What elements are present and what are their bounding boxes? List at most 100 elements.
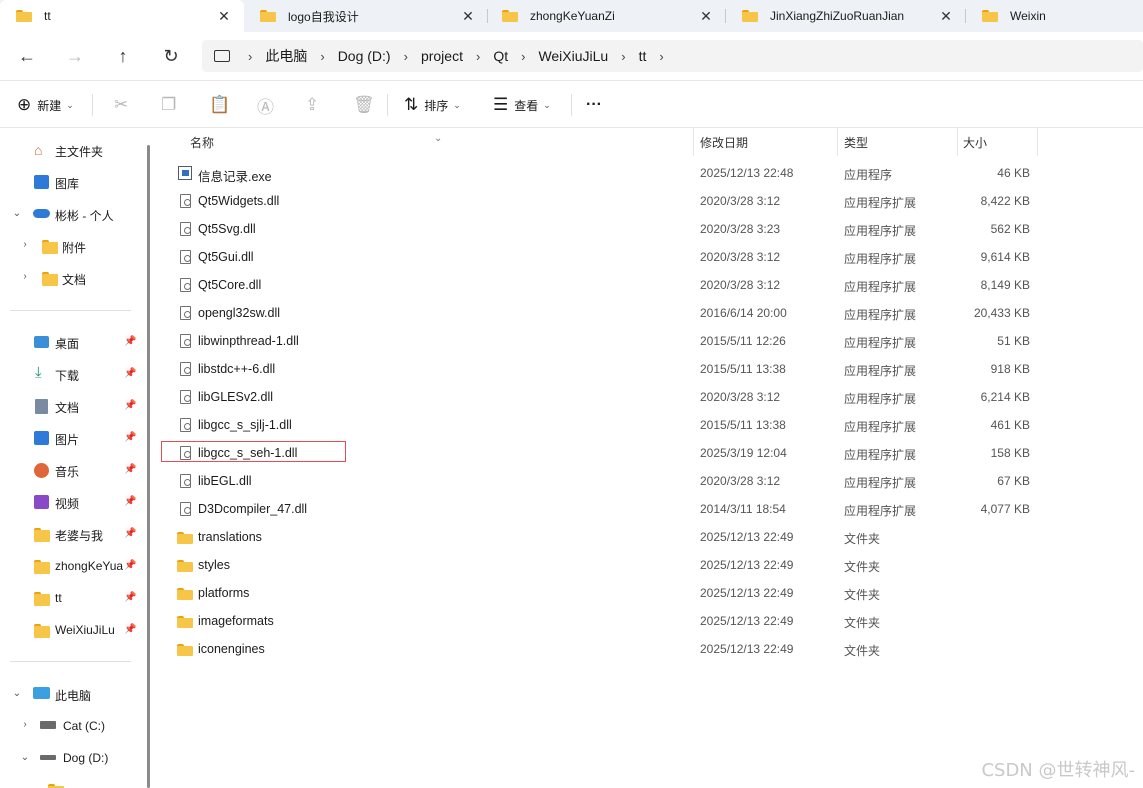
pin-icon[interactable]: 📌: [124, 368, 136, 379]
forward-button[interactable]: →: [63, 44, 87, 68]
view-icon: ☰: [493, 95, 509, 114]
sidebar-item-onedrive[interactable]: ⌄ 彬彬 - 个人: [0, 200, 140, 228]
pin-icon[interactable]: 📌: [124, 496, 136, 507]
pin-icon[interactable]: 📌: [124, 464, 136, 475]
file-row[interactable]: libGLESv2.dll 2020/3/28 3:12 应用程序扩展 6,214 K…: [157, 383, 1143, 411]
sidebar-item-home[interactable]: ⌂ 主文件夹: [0, 136, 140, 164]
breadcrumb-item-tt[interactable]: tt ›: [639, 48, 677, 64]
file-date: 2025/12/13 22:49: [700, 558, 794, 572]
file-row[interactable]: opengl32sw.dll 2016/6/14 20:00 应用程序扩展 20,43…: [157, 299, 1143, 327]
delete-button[interactable]: 🗑: [353, 93, 381, 117]
sidebar-item-downloads[interactable]: ⤓ 下载 📌: [0, 360, 140, 388]
sidebar-item-zhongke[interactable]: zhongKeYuanZi 📌: [0, 552, 140, 580]
file-row[interactable]: libgcc_s_seh-1.dll 2025/3/19 12:04 应用程序扩展 1…: [157, 439, 1143, 467]
new-button[interactable]: ⊕ 新建 ⌄: [17, 93, 74, 117]
more-button[interactable]: ···: [586, 93, 602, 117]
close-icon[interactable]: ✕: [698, 8, 714, 25]
sidebar-item-videos[interactable]: 视频 📌: [0, 488, 140, 516]
chevron-right-icon[interactable]: ›: [18, 239, 32, 250]
file-row[interactable]: libEGL.dll 2020/3/28 3:12 应用程序扩展 67 KB: [157, 467, 1143, 495]
pin-icon[interactable]: 📌: [124, 336, 136, 347]
sidebar-item-partial[interactable]: [0, 776, 140, 788]
close-icon[interactable]: ✕: [216, 8, 232, 25]
column-divider[interactable]: [957, 128, 958, 156]
sidebar-scrollbar[interactable]: [147, 145, 150, 788]
tab-tt[interactable]: tt ✕: [0, 0, 244, 32]
sidebar-item-weixiujilu[interactable]: WeiXiuJiLu 📌: [0, 616, 140, 644]
file-row[interactable]: 信息记录.exe 2025/12/13 22:48 应用程序 46 KB: [157, 159, 1143, 187]
file-row[interactable]: libwinpthread-1.dll 2015/5/11 12:26 应用程序扩展…: [157, 327, 1143, 355]
folder-row[interactable]: imageformats 2025/12/13 22:49 文件夹: [157, 607, 1143, 635]
folder-row[interactable]: iconengines 2025/12/13 22:49 文件夹: [157, 635, 1143, 663]
pin-icon[interactable]: 📌: [124, 624, 136, 635]
breadcrumb-item-dog[interactable]: Dog (D:) ›: [338, 48, 421, 64]
pin-icon[interactable]: 📌: [124, 560, 136, 571]
file-row[interactable]: Qt5Svg.dll 2020/3/28 3:23 应用程序扩展 562 KB: [157, 215, 1143, 243]
sidebar-item-tt[interactable]: tt 📌: [0, 584, 140, 612]
chevron-right-icon[interactable]: ›: [18, 271, 32, 282]
refresh-button[interactable]: ↻: [159, 44, 183, 68]
chevron-down-icon[interactable]: ⌄: [18, 752, 32, 763]
breadcrumb-item-thispc[interactable]: 此电脑 ›: [265, 46, 337, 66]
breadcrumb-item-project[interactable]: project ›: [421, 48, 493, 64]
pin-icon[interactable]: 📌: [124, 528, 136, 539]
breadcrumb-item-weixiujilu[interactable]: WeiXiuJiLu ›: [538, 48, 638, 64]
back-button[interactable]: ←: [15, 44, 39, 68]
chevron-down-icon[interactable]: ⌄: [10, 688, 24, 699]
column-header-type[interactable]: 类型: [844, 128, 868, 156]
sidebar-item-drive-d[interactable]: ⌄ Dog (D:): [0, 744, 140, 772]
rename-button[interactable]: Ⓐ: [257, 93, 280, 117]
file-row[interactable]: Qt5Core.dll 2020/3/28 3:12 应用程序扩展 8,149 KB: [157, 271, 1143, 299]
file-row[interactable]: D3Dcompiler_47.dll 2014/3/11 18:54 应用程序扩展 4…: [157, 495, 1143, 523]
close-icon[interactable]: ✕: [938, 8, 954, 25]
sidebar-item-music[interactable]: 音乐 📌: [0, 456, 140, 484]
sort-button[interactable]: ⇅ 排序 ⌄: [404, 93, 461, 117]
file-name: Qt5Core.dll: [198, 278, 262, 292]
share-button[interactable]: ⇪: [305, 93, 325, 117]
pin-icon[interactable]: 📌: [124, 432, 136, 443]
chevron-right-icon[interactable]: ›: [18, 719, 32, 730]
file-row[interactable]: Qt5Widgets.dll 2020/3/28 3:12 应用程序扩展 8,422 …: [157, 187, 1143, 215]
pin-icon[interactable]: 📌: [124, 592, 136, 603]
sidebar-item-laopo[interactable]: 老婆与我 📌: [0, 520, 140, 548]
sidebar-item-cloud-documents[interactable]: › 文档: [0, 264, 140, 292]
column-header-date[interactable]: 修改日期: [700, 128, 748, 156]
cut-button[interactable]: ✂: [114, 93, 134, 117]
folder-row[interactable]: platforms 2025/12/13 22:49 文件夹: [157, 579, 1143, 607]
rename-icon: Ⓐ: [257, 97, 274, 117]
sidebar-item-desktop[interactable]: 桌面 📌: [0, 328, 140, 356]
tab-jinxiang[interactable]: JinXiangZhiZuoRuanJian ✕: [726, 0, 966, 32]
sidebar-item-documents[interactable]: 文档 📌: [0, 392, 140, 420]
file-row[interactable]: libstdc++-6.dll 2015/5/11 13:38 应用程序扩展 918 …: [157, 355, 1143, 383]
sidebar-item-pictures[interactable]: 图片 📌: [0, 424, 140, 452]
paste-button[interactable]: 📋: [209, 93, 236, 117]
file-type: 文件夹: [844, 616, 881, 630]
address-bar[interactable]: › 此电脑 › Dog (D:) › project › Qt › WeiXiuJiLu…: [202, 40, 1143, 72]
pin-icon[interactable]: 📌: [124, 400, 136, 411]
column-header-size[interactable]: 大小: [963, 128, 987, 156]
sidebar-item-thispc[interactable]: ⌄ 此电脑: [0, 680, 140, 708]
column-divider[interactable]: [693, 128, 694, 156]
view-button[interactable]: ☰ 查看 ⌄: [493, 93, 551, 117]
close-icon[interactable]: ✕: [460, 8, 476, 25]
tab-zhongke[interactable]: zhongKeYuanZi ✕: [486, 0, 726, 32]
divider: [387, 94, 388, 116]
divider: [92, 94, 93, 116]
tab-logo[interactable]: logo自我设计 ✕: [244, 0, 488, 32]
document-icon: [35, 399, 48, 414]
up-button[interactable]: ↑: [111, 44, 135, 68]
folder-row[interactable]: translations 2025/12/13 22:49 文件夹: [157, 523, 1143, 551]
tab-weixin[interactable]: Weixin: [966, 0, 1143, 32]
sidebar-item-gallery[interactable]: 图库: [0, 168, 140, 196]
sidebar-item-attachments[interactable]: › 附件: [0, 232, 140, 260]
copy-button[interactable]: ❐: [161, 93, 182, 117]
sidebar-item-drive-c[interactable]: › Cat (C:): [0, 712, 140, 740]
column-header-name[interactable]: 名称: [190, 128, 214, 156]
file-row[interactable]: libgcc_s_sjlj-1.dll 2015/5/11 13:38 应用程序扩展…: [157, 411, 1143, 439]
breadcrumb-item-qt[interactable]: Qt ›: [493, 48, 538, 64]
folder-row[interactable]: styles 2025/12/13 22:49 文件夹: [157, 551, 1143, 579]
column-divider[interactable]: [1037, 128, 1038, 156]
chevron-down-icon[interactable]: ⌄: [10, 208, 24, 219]
column-divider[interactable]: [837, 128, 838, 156]
file-row[interactable]: Qt5Gui.dll 2020/3/28 3:12 应用程序扩展 9,614 KB: [157, 243, 1143, 271]
